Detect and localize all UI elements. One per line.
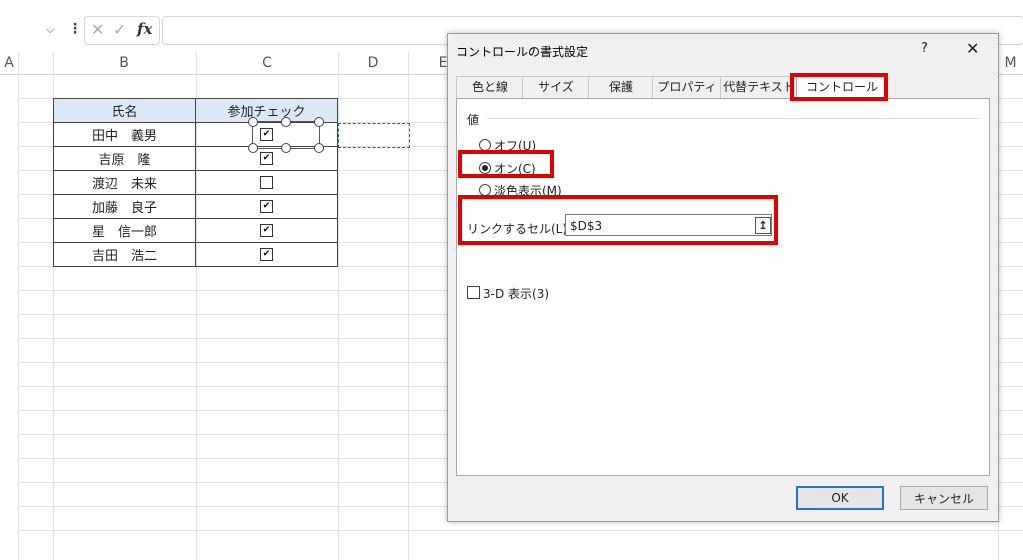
highlight-cell-link	[458, 195, 778, 245]
namebox-dropdown-icon[interactable]: ⌵	[46, 23, 54, 37]
column-header-c[interactable]: C	[196, 52, 338, 74]
linked-cell-marquee	[338, 123, 410, 148]
formula-bar-buttons: ✕ ✓ fx	[84, 16, 160, 45]
table-row: 渡辺 未来	[53, 170, 338, 195]
cancel-formula-icon[interactable]: ✕	[91, 20, 104, 39]
formula-bar-splitter-icon[interactable]: ⋮	[68, 21, 82, 37]
attendance-checkbox[interactable]	[260, 200, 273, 213]
cancel-button[interactable]: キャンセル	[900, 486, 988, 510]
check-cell[interactable]	[195, 194, 338, 219]
highlight-control-tab	[790, 73, 888, 101]
three-d-checkbox[interactable]	[467, 286, 480, 299]
three-d-label: 3-D 表示(3)	[483, 287, 550, 301]
resize-handle[interactable]	[281, 143, 291, 153]
tab-colors-lines[interactable]: 色と線	[456, 76, 524, 98]
table-header-row: 氏名 参加チェック	[53, 98, 338, 123]
enter-formula-icon[interactable]: ✓	[113, 20, 126, 39]
group-divider	[487, 118, 979, 119]
resize-handle[interactable]	[248, 117, 258, 127]
table-row: 吉田 浩二	[53, 242, 338, 267]
highlight-on-option	[458, 150, 554, 178]
attendance-checkbox[interactable]	[260, 248, 273, 261]
attendance-checkbox[interactable]	[260, 176, 273, 189]
column-header-b[interactable]: B	[53, 52, 195, 74]
table-row: 加藤 良子	[53, 194, 338, 219]
close-icon[interactable]: ✕	[966, 39, 979, 58]
attendance-checkbox[interactable]	[260, 224, 273, 237]
header-name[interactable]: 氏名	[53, 98, 196, 123]
help-button[interactable]: ?	[921, 41, 928, 56]
format-control-dialog: コントロールの書式設定 ? ✕ 色と線 サイズ 保護 プロパティ 代替テキスト …	[447, 33, 999, 522]
grid-line	[18, 530, 1023, 531]
three-d-checkbox-row[interactable]: 3-D 表示(3)	[467, 285, 549, 302]
insert-function-button[interactable]: fx	[137, 20, 152, 38]
grid-line	[18, 52, 19, 560]
name-cell[interactable]: 星 信一郎	[53, 218, 196, 243]
dialog-title: コントロールの書式設定	[456, 45, 589, 59]
resize-handle[interactable]	[314, 143, 324, 153]
column-header-m[interactable]: M	[998, 52, 1023, 74]
name-cell[interactable]: 吉原 隆	[53, 146, 196, 171]
tab-protection[interactable]: 保護	[588, 76, 654, 98]
table-row: 星 信一郎	[53, 218, 338, 243]
tab-size[interactable]: サイズ	[522, 76, 590, 98]
tab-properties[interactable]: プロパティ	[652, 76, 722, 98]
attendance-checkbox[interactable]	[260, 152, 273, 165]
table-row: 吉原 隆	[53, 146, 338, 171]
name-cell[interactable]: 田中 義男	[53, 122, 196, 147]
check-cell[interactable]	[195, 218, 338, 243]
name-cell[interactable]: 吉田 浩二	[53, 242, 196, 267]
name-cell[interactable]: 渡辺 未来	[53, 170, 196, 195]
column-header-d[interactable]: D	[338, 52, 408, 74]
check-cell[interactable]	[195, 170, 338, 195]
resize-handle[interactable]	[281, 117, 291, 127]
ok-button[interactable]: OK	[796, 486, 884, 510]
value-group-label: 値	[467, 113, 480, 127]
column-header-a[interactable]: A	[0, 52, 18, 74]
resize-handle[interactable]	[248, 143, 258, 153]
check-cell[interactable]	[195, 242, 338, 267]
name-cell[interactable]: 加藤 良子	[53, 194, 196, 219]
tab-alt-text[interactable]: 代替テキスト	[720, 76, 798, 98]
resize-handle[interactable]	[314, 117, 324, 127]
